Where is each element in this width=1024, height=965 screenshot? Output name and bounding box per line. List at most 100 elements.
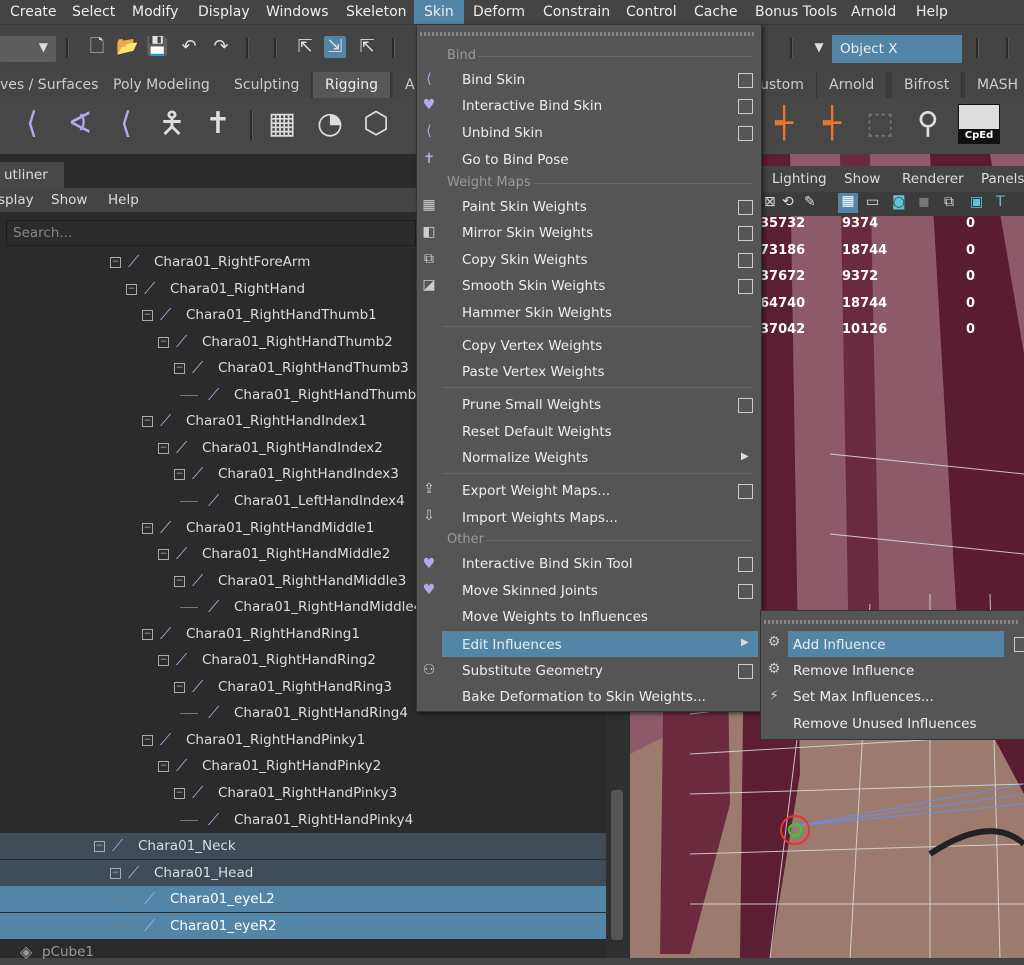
menu-skeleton[interactable]: Skeleton <box>346 0 407 24</box>
bake-deformation-item[interactable]: Bake Deformation to Skin Weights... <box>462 684 754 710</box>
unbind-skin-item[interactable]: Unbind Skin <box>462 120 754 146</box>
move-weights-to-influences-item[interactable]: Move Weights to Influences <box>462 604 754 630</box>
collapse-toggle[interactable]: − <box>174 788 185 799</box>
collapse-toggle[interactable]: − <box>110 867 121 879</box>
point-constraint-icon[interactable]: ┽ <box>764 104 804 144</box>
isolate-icon[interactable]: ⧉ <box>944 194 954 210</box>
mirror-skin-weights-item[interactable]: Mirror Skin Weights <box>462 220 754 246</box>
collapse-toggle[interactable]: − <box>94 841 105 853</box>
go-to-bind-pose-item[interactable]: Go to Bind Pose <box>462 147 754 173</box>
menu-windows[interactable]: Windows <box>266 0 329 24</box>
smooth-skin-weights-option-box[interactable] <box>738 279 753 294</box>
collapse-toggle[interactable]: − <box>142 734 153 746</box>
bind-skin-option-box[interactable] <box>738 73 753 88</box>
outliner-row[interactable]: − ⟋ Chara01_RightHandPinky3 <box>0 780 606 806</box>
export-weight-maps-item[interactable]: Export Weight Maps... <box>462 478 754 504</box>
bind-skin-item[interactable]: Bind Skin <box>462 67 754 93</box>
interactive-bind-skin-option-box[interactable] <box>738 99 753 114</box>
collapse-toggle[interactable]: − <box>142 310 153 322</box>
save-scene-icon[interactable]: 💾 <box>146 36 168 58</box>
collapse-toggle[interactable]: − <box>142 628 153 640</box>
new-scene-icon[interactable]: 🗋 <box>86 36 108 58</box>
redo-icon[interactable]: ↷ <box>210 36 232 58</box>
unbind-skin-option-box[interactable] <box>738 126 753 141</box>
add-influence-option-box[interactable] <box>1014 637 1024 652</box>
wireframe-icon[interactable]: ◙ <box>892 194 906 210</box>
outliner-row[interactable]: − ⟋ Chara01_RightHandPinky2 <box>0 753 606 779</box>
outliner-row[interactable]: ⟋ Chara01_eyeR2 <box>0 912 606 939</box>
prune-small-weights-option-box[interactable] <box>738 398 753 413</box>
aim-constraint-icon[interactable]: ┽ <box>812 104 852 144</box>
viewport-menu-panels[interactable]: Panels <box>981 166 1024 192</box>
collapse-toggle[interactable]: − <box>174 681 185 693</box>
tab-sculpting[interactable]: Sculpting <box>222 72 313 98</box>
remove-unused-influences-item[interactable]: Remove Unused Influences <box>793 711 977 737</box>
mirror-skin-weights-option-box[interactable] <box>738 226 753 241</box>
menu-modify[interactable]: Modify <box>132 0 178 24</box>
tab-curves-surfaces[interactable]: ves / Surfaces <box>0 72 112 98</box>
substitute-geometry-option-box[interactable] <box>738 664 753 679</box>
collapse-toggle[interactable]: − <box>158 761 169 773</box>
tab-poly-modeling[interactable]: Poly Modeling <box>101 72 223 98</box>
interactive-bind-skin-tool-option-box[interactable] <box>738 557 753 572</box>
collapse-toggle[interactable]: − <box>126 283 137 295</box>
tear-off-handle[interactable] <box>420 32 756 36</box>
select-object-icon[interactable]: ⇲ <box>324 36 346 58</box>
set-max-influences-item[interactable]: Set Max Influences... <box>793 684 934 710</box>
film-gate-icon[interactable]: ▭ <box>866 194 879 210</box>
tab-rigging[interactable]: Rigging <box>313 72 392 98</box>
copy-skin-weights-option-box[interactable] <box>738 253 753 268</box>
outliner-menu-display[interactable]: splay <box>0 188 34 212</box>
ik-handle-icon[interactable]: ∢ <box>60 104 100 144</box>
viewport-menu-renderer[interactable]: Renderer <box>902 166 964 192</box>
outliner-row[interactable]: − ⟋ Chara01_Head <box>0 859 606 886</box>
outliner-menu-show[interactable]: Show <box>51 188 87 212</box>
collapse-toggle[interactable]: − <box>158 336 169 348</box>
menu-constrain[interactable]: Constrain <box>543 0 610 24</box>
paint-skin-weights-item[interactable]: Paint Skin Weights <box>462 194 754 220</box>
hammer-skin-weights-item[interactable]: Hammer Skin Weights <box>462 300 754 326</box>
collapse-toggle[interactable]: − <box>174 575 185 587</box>
create-joints-icon[interactable]: ⟨ <box>12 104 52 144</box>
textures-icon[interactable]: ▣ <box>970 194 983 210</box>
copy-vertex-weights-item[interactable]: Copy Vertex Weights <box>462 333 754 359</box>
humanik-icon[interactable]: 🯅 <box>152 104 192 144</box>
menuset-dropdown[interactable]: ▼ <box>0 36 56 62</box>
shaded-icon[interactable]: ◼ <box>918 194 930 210</box>
menu-deform[interactable]: Deform <box>473 0 525 24</box>
tab-mash[interactable]: MASH <box>965 72 1024 98</box>
import-weight-maps-item[interactable]: Import Weights Maps... <box>462 505 754 531</box>
collapse-toggle[interactable]: − <box>174 363 185 375</box>
interactive-bind-skin-tool-item[interactable]: Interactive Bind Skin Tool <box>462 551 754 577</box>
menu-cache[interactable]: Cache <box>694 0 738 24</box>
undo-icon[interactable]: ↶ <box>178 36 200 58</box>
normalize-weights-item[interactable]: Normalize Weights <box>462 445 754 471</box>
edit-influences-item[interactable]: Edit Influences <box>442 631 758 657</box>
collapse-toggle[interactable]: − <box>142 416 153 428</box>
viewport-menu-show[interactable]: Show <box>844 166 880 192</box>
outliner-search-input[interactable]: Search... <box>6 220 416 246</box>
brush-icon[interactable]: ✎ <box>804 194 816 210</box>
menu-skin[interactable]: Skin <box>414 0 464 24</box>
smooth-skin-weights-item[interactable]: Smooth Skin Weights <box>462 273 754 299</box>
rotate-icon[interactable]: ⟲ <box>782 194 794 210</box>
prune-small-weights-item[interactable]: Prune Small Weights <box>462 392 754 418</box>
outliner-row[interactable]: − ⟋ Chara01_Neck <box>0 833 606 860</box>
select-component-icon[interactable]: ⇱ <box>356 36 378 58</box>
collapse-toggle[interactable]: − <box>158 442 169 454</box>
menu-arnold[interactable]: Arnold <box>851 0 896 24</box>
collapse-toggle[interactable]: − <box>158 655 169 667</box>
tab-bifrost[interactable]: Bifrost <box>892 72 963 98</box>
lattice-icon[interactable]: ⬡ <box>356 104 396 144</box>
collapse-toggle[interactable]: − <box>174 469 185 481</box>
grid-icon[interactable]: ▦ <box>838 193 858 213</box>
tab-arnold[interactable]: Arnold <box>817 72 888 98</box>
menu-select[interactable]: Select <box>72 0 115 24</box>
scrollbar-thumb[interactable] <box>611 790 623 940</box>
ik-spline-icon[interactable]: ⟨ <box>106 104 146 144</box>
cped-icon[interactable]: CpEd <box>958 104 1000 144</box>
substitute-geometry-item[interactable]: Substitute Geometry <box>462 658 754 684</box>
outliner-row[interactable]: ◈ pCube1 <box>0 939 420 965</box>
remove-influence-item[interactable]: Remove Influence <box>793 658 914 684</box>
open-scene-icon[interactable]: 📂 <box>116 36 138 58</box>
